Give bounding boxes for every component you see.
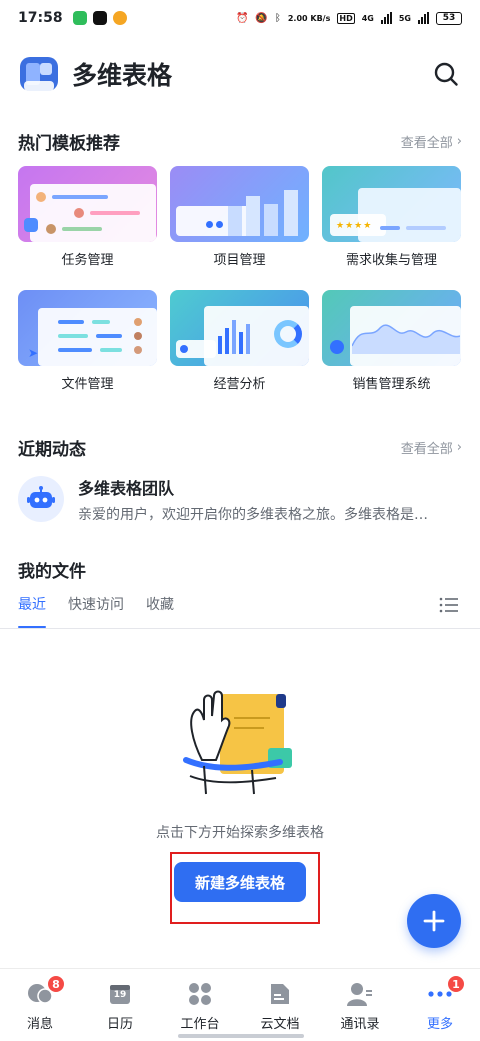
template-card-files[interactable]: ➤ 文件管理 (18, 290, 157, 394)
robot-avatar-icon (18, 476, 64, 522)
tabs-divider (0, 628, 480, 629)
template-label: 需求收集与管理 (345, 253, 437, 268)
templates-see-all-label: 查看全部 (400, 135, 453, 151)
template-label: 经营分析 (213, 377, 266, 392)
template-label: 任务管理 (61, 253, 114, 268)
templates-see-all-link[interactable]: 查看全部 › (401, 132, 462, 151)
battery-level: 53 (442, 13, 456, 23)
template-card-task[interactable]: 任务管理 (18, 166, 157, 270)
template-thumbnail (170, 290, 309, 366)
add-fab-button[interactable] (407, 894, 461, 948)
activity-title: 近期动态 (18, 439, 86, 460)
nav-label: 更多 (426, 1017, 453, 1032)
wechat-notification-icon (72, 11, 87, 25)
status-time: 17:58 (18, 10, 63, 26)
search-icon (434, 62, 458, 86)
template-thumbnail: ★★★★ (322, 166, 461, 242)
message-icon: 8 (27, 975, 65, 1007)
templates-section-header: 热门模板推荐 查看全部 › (18, 128, 462, 154)
template-card-sales[interactable]: 销售管理系统 (322, 290, 461, 394)
nav-workbench[interactable]: 工作台 (160, 969, 240, 1041)
net-speed: 2.00 KB/s (287, 13, 331, 23)
more-icon: 1 (427, 975, 465, 1007)
nav-calendar[interactable]: 19 日历 (80, 969, 160, 1041)
bottom-nav: 8 消息 19 日历 工作台 云文档 通讯录 1 更多 (0, 968, 480, 1041)
files-tabs: 最近 快速访问 收藏 (18, 594, 462, 628)
contacts-icon (347, 981, 373, 1007)
nav-messages[interactable]: 8 消息 (0, 969, 80, 1041)
tab-favorites[interactable]: 收藏 (146, 594, 174, 628)
activity-sender: 多维表格团队 (78, 478, 175, 498)
more-badge: 1 (447, 975, 465, 993)
activity-see-all-link[interactable]: 查看全部 › (401, 438, 462, 457)
nav-more[interactable]: 1 更多 (400, 969, 480, 1041)
template-label: 文件管理 (61, 377, 114, 392)
activity-text: 多维表格团队 亲爱的用户，欢迎开启你的多维表格之旅。多维表格是… (78, 475, 462, 524)
battery-icon: 53 (436, 11, 462, 25)
list-view-icon (439, 597, 458, 613)
template-card-project[interactable]: 项目管理 (170, 166, 309, 270)
template-thumbnail (322, 290, 461, 366)
plus-icon (423, 910, 445, 932)
template-thumbnail (18, 166, 157, 242)
status-bar: 17:58 ⏰ 🔕 ᛒ 2.00 KB/s HD 4G 5G 53 (0, 0, 480, 36)
calendar-icon: 19 (107, 981, 133, 1007)
signal-5g-label: 5G (398, 13, 411, 23)
search-button[interactable] (430, 58, 462, 90)
activity-preview: 亲爱的用户，欢迎开启你的多维表格之旅。多维表格是… (78, 506, 428, 523)
chevron-right-icon: › (456, 439, 462, 455)
tiktok-notification-icon (92, 11, 107, 25)
files-title: 我的文件 (18, 561, 86, 582)
nav-label: 云文档 (260, 1017, 300, 1032)
empty-state-illustration (180, 690, 300, 800)
empty-state-hint: 点击下方开始探索多维表格 (156, 825, 324, 841)
template-card-analytics[interactable]: 经营分析 (170, 290, 309, 394)
mute-icon: 🔕 (255, 12, 268, 24)
messages-badge: 8 (47, 975, 65, 993)
signal-4g-label: 4G (361, 13, 374, 23)
weibo-notification-icon (112, 11, 127, 25)
template-grid: 任务管理 项目管理 ★★★★ 需求收集与管理 ➤ 文件管理 经营分析 销售管理系… (18, 166, 462, 394)
nav-label: 通讯录 (340, 1017, 380, 1032)
template-thumbnail (170, 166, 309, 242)
nav-contacts[interactable]: 通讯录 (320, 969, 400, 1041)
activity-item[interactable]: 多维表格团队 亲爱的用户，欢迎开启你的多维表格之旅。多维表格是… (18, 474, 462, 524)
template-label: 项目管理 (213, 253, 266, 268)
hd-icon: HD (337, 12, 355, 24)
app-header: 多维表格 (18, 44, 462, 104)
home-indicator[interactable] (178, 1034, 304, 1038)
status-notification-icons (72, 11, 127, 25)
tab-quick-access[interactable]: 快速访问 (68, 594, 124, 628)
templates-title: 热门模板推荐 (18, 133, 120, 154)
workbench-icon (187, 981, 213, 1007)
template-card-requirements[interactable]: ★★★★ 需求收集与管理 (322, 166, 461, 270)
nav-label: 消息 (26, 1017, 53, 1032)
tab-recent[interactable]: 最近 (18, 594, 46, 628)
nav-label: 日历 (106, 1017, 133, 1032)
create-bitable-button[interactable]: 新建多维表格 (174, 862, 306, 902)
nav-label: 工作台 (180, 1017, 220, 1032)
signal-icon-2 (418, 12, 429, 24)
cloud-docs-icon (267, 981, 293, 1007)
page-title: 多维表格 (72, 61, 173, 90)
nav-cloud-docs[interactable]: 云文档 (240, 969, 320, 1041)
calendar-day: 19 (113, 990, 127, 1000)
status-indicators: ⏰ 🔕 ᛒ 2.00 KB/s HD 4G 5G 53 (235, 11, 462, 25)
list-view-button[interactable] (438, 594, 462, 618)
bitable-logo-icon (18, 53, 60, 95)
activity-section-header: 近期动态 查看全部 › (18, 434, 462, 460)
chevron-right-icon: › (456, 133, 462, 149)
signal-icon (380, 12, 392, 24)
bluetooth-icon: ᛒ (274, 12, 281, 24)
template-thumbnail: ➤ (18, 290, 157, 366)
template-label: 销售管理系统 (352, 377, 431, 392)
files-section-header: 我的文件 (18, 556, 462, 582)
alarm-icon: ⏰ (235, 12, 249, 24)
activity-see-all-label: 查看全部 (400, 441, 453, 457)
